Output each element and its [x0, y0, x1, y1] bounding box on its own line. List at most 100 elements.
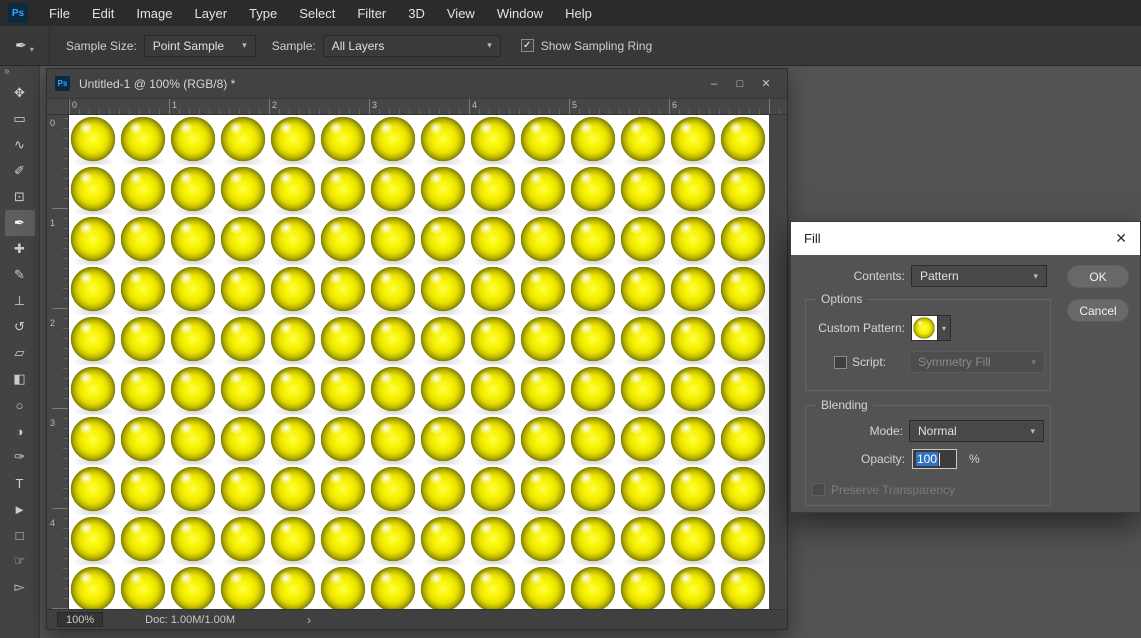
menu-item-image[interactable]: Image	[125, 0, 183, 26]
script-checkbox[interactable]	[834, 356, 847, 369]
contents-dropdown[interactable]: Pattern ▾	[911, 265, 1047, 287]
eyedropper-tool[interactable]: ✒	[4, 210, 35, 236]
ruler-left-number: 0	[50, 118, 56, 128]
history-brush-tool[interactable]: ↺	[5, 314, 35, 340]
brush-tool[interactable]: ✎	[5, 262, 35, 288]
close-icon[interactable]: ✕	[1115, 230, 1127, 247]
preserve-transparency-label: Preserve Transparency	[831, 483, 956, 497]
fill-dialog-title: Fill	[804, 231, 821, 246]
gradient-tool[interactable]: ◧	[5, 366, 35, 392]
document-titlebar[interactable]: Ps Untitled-1 @ 100% (RGB/8) * – □ ✕	[47, 69, 787, 99]
menu-item-filter[interactable]: Filter	[346, 0, 397, 26]
ruler-left-number: 2	[50, 318, 56, 328]
document-size-info: Doc: 1.00M/1.00M	[145, 613, 236, 626]
show-sampling-ring-label[interactable]: Show Sampling Ring	[541, 39, 652, 53]
tool-list: ✥ ▭ ∿ ✐ ⊡ ✒ ✚ ✎ ⊥ ↺ ▱ ◧ ○ ◑ ✑ T ► □ ☞ ▻	[0, 80, 39, 600]
chevron-down-icon: ▾	[1033, 270, 1038, 281]
blur-tool[interactable]: ○	[5, 392, 35, 418]
menu-item-select[interactable]: Select	[288, 0, 346, 26]
options-group-label: Options	[816, 292, 868, 307]
menu-item-window[interactable]: Window	[486, 0, 554, 26]
menu-item-3d[interactable]: 3D	[397, 0, 436, 26]
crop-tool[interactable]: ⊡	[5, 184, 35, 210]
close-button[interactable]: ✕	[753, 73, 779, 95]
minimize-button[interactable]: –	[701, 73, 727, 95]
canvas-yellow-sphere-pattern[interactable]	[69, 115, 770, 609]
path-selection-tool[interactable]: ►	[5, 496, 35, 522]
pen-tool[interactable]: ✑	[5, 444, 35, 470]
photoshop-app: Ps File Edit Image Layer Type Select Filter 3D V…	[0, 0, 1141, 638]
pattern-swatch-yellow-sphere[interactable]	[912, 316, 937, 340]
rectangle-tool[interactable]: □	[5, 522, 35, 548]
show-sampling-ring-checkbox[interactable]: ✓	[520, 39, 534, 52]
mode-label: Mode:	[869, 424, 903, 438]
custom-pattern-label: Custom Pattern:	[818, 321, 905, 335]
document-title: Untitled-1 @ 100% (RGB/8) *	[79, 76, 236, 91]
script-label[interactable]: Script:	[852, 351, 902, 373]
collapse-panel-button[interactable]: »	[0, 66, 39, 80]
dodge-tool[interactable]: ◑	[5, 418, 35, 444]
sample-size-dropdown[interactable]: Point Sample ▾	[143, 34, 256, 57]
blending-group-label: Blending	[816, 398, 873, 413]
contents-value: Pattern	[920, 269, 959, 283]
menu-item-layer[interactable]: Layer	[184, 0, 239, 26]
chevron-down-icon: ▾	[1031, 356, 1036, 367]
ruler-top-number: 4	[472, 100, 478, 110]
eraser-tool[interactable]: ▱	[5, 340, 35, 366]
sample-value: All Layers	[331, 38, 385, 53]
chevron-down-icon[interactable]: ▾	[937, 316, 950, 340]
eyedropper-icon: ✒	[15, 37, 27, 53]
fill-dialog-titlebar[interactable]: Fill ✕	[791, 222, 1140, 255]
rectangular-marquee-tool[interactable]: ▭	[5, 106, 35, 132]
sample-size-label: Sample Size:	[66, 38, 137, 53]
opacity-label: Opacity:	[860, 452, 905, 466]
ruler-top-number: 3	[372, 100, 378, 110]
options-group: Options	[805, 292, 1051, 391]
mode-dropdown[interactable]: Normal ▾	[909, 420, 1044, 442]
status-flyout-chevron-icon[interactable]: ›	[307, 613, 311, 627]
menu-item-type[interactable]: Type	[238, 0, 288, 26]
tool-preset-button[interactable]: ✒ ▾	[0, 26, 50, 65]
script-dropdown: Symmetry Fill ▾	[909, 351, 1045, 373]
opacity-unit-label: %	[969, 452, 980, 466]
document-statusbar: 100% Doc: 1.00M/1.00M ›	[47, 609, 787, 629]
contents-label: Contents:	[853, 269, 905, 283]
menu-item-file[interactable]: File	[38, 0, 81, 26]
menu-item-view[interactable]: View	[436, 0, 486, 26]
zoom-level-field[interactable]: 100%	[57, 612, 104, 627]
menu-item-help[interactable]: Help	[554, 0, 603, 26]
type-tool[interactable]: T	[5, 470, 35, 496]
spot-healing-brush-tool[interactable]: ✚	[5, 236, 35, 262]
ruler-top-number: 6	[672, 100, 678, 110]
vertical-ruler[interactable]: 0 1 2 3 4	[47, 115, 69, 609]
move-tool[interactable]: ✥	[5, 80, 35, 106]
horizontal-ruler[interactable]: 0 1 2 3 4 5 6	[69, 99, 787, 115]
opacity-input[interactable]: 100	[912, 449, 957, 469]
mode-value: Normal	[918, 424, 957, 438]
clone-stamp-tool[interactable]: ⊥	[5, 288, 35, 314]
tool-rail: » ✥ ▭ ∿ ✐ ⊡ ✒ ✚ ✎ ⊥ ↺ ▱ ◧ ○ ◑ ✑ T ► □ ☞ ▻	[0, 66, 40, 638]
ok-button[interactable]: OK	[1067, 265, 1129, 288]
maximize-button[interactable]: □	[727, 73, 753, 95]
ruler-corner	[47, 99, 69, 115]
menu-items: File Edit Image Layer Type Select Filter 3D View…	[38, 0, 603, 26]
cancel-button[interactable]: Cancel	[1067, 299, 1129, 322]
ruler-top-number: 1	[172, 100, 178, 110]
chevron-down-icon: ▾	[242, 40, 247, 50]
document-icon: Ps	[55, 76, 70, 91]
ruler-left-number: 1	[50, 218, 56, 228]
chevron-down-icon: ▾	[29, 45, 34, 54]
fill-dialog: Fill ✕ Contents: Pattern ▾ OK Cancel Opt…	[790, 221, 1141, 513]
menu-item-edit[interactable]: Edit	[81, 0, 125, 26]
hand-tool[interactable]: ☞	[5, 548, 35, 574]
lasso-tool[interactable]: ∿	[5, 132, 35, 158]
chevron-down-icon: ▾	[487, 40, 492, 50]
canvas-viewport	[69, 115, 786, 609]
menu-bar: Ps File Edit Image Layer Type Select Filter 3D V…	[0, 0, 1141, 26]
sample-dropdown[interactable]: All Layers ▾	[322, 34, 501, 57]
ruler-top-number: 2	[272, 100, 278, 110]
custom-pattern-picker[interactable]: ▾	[911, 315, 951, 341]
photoshop-logo-icon: Ps	[8, 3, 28, 23]
direct-selection-tool[interactable]: ▻	[5, 574, 35, 600]
quick-selection-tool[interactable]: ✐	[5, 158, 35, 184]
